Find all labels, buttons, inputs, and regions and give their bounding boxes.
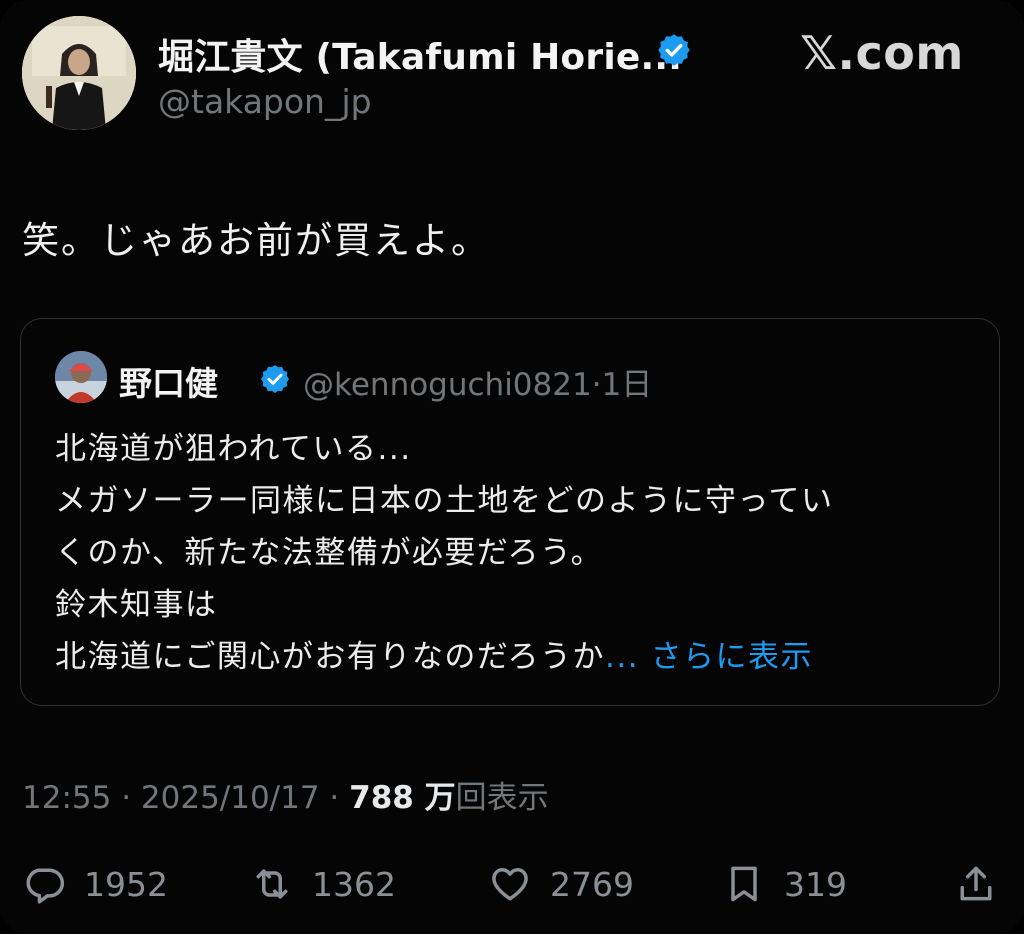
quoted-tweet[interactable]: 野口健 @kennoguchi0821·1日 北海道が狙われている... メガソ… — [20, 318, 1000, 706]
quote-line: 鈴木知事は — [55, 587, 218, 623]
bookmark-count: 319 — [784, 864, 847, 904]
tweet-card: 堀江貴文 (Takafumi Horie... @takapon_jp 𝕏.co… — [0, 0, 1024, 934]
like-count: 2769 — [550, 864, 634, 904]
quote-line: くのか、新たな法整備が必要だろう。 — [55, 535, 604, 571]
verified-icon — [261, 365, 289, 393]
timestamp[interactable]: 12:55 · 2025/10/17 · — [22, 780, 349, 816]
reply-icon — [26, 868, 65, 904]
author-handle[interactable]: @takapon_jp — [158, 82, 372, 121]
quote-line: 北海道にご関心がお有りなのだろうか... さらに表示 — [55, 631, 833, 683]
quote-handle-time[interactable]: @kennoguchi0821·1日 — [303, 359, 652, 404]
action-bar: 1952 1362 2769 319 — [0, 852, 1024, 916]
quote-last-line: 北海道にご関心がお有りなのだろうか — [55, 639, 606, 675]
author-avatar[interactable] — [22, 16, 136, 130]
bookmark-button[interactable]: 319 — [722, 852, 847, 916]
bookmark-icon — [731, 866, 757, 902]
repost-button[interactable]: 1362 — [250, 852, 396, 916]
author-name[interactable]: 堀江貴文 (Takafumi Horie... — [158, 28, 682, 80]
share-icon — [960, 866, 992, 901]
view-count: 788 万 — [349, 780, 456, 816]
quote-avatar[interactable] — [55, 351, 107, 403]
tweet-text: 笑。じゃあお前が買えよ。 — [22, 219, 490, 262]
like-icon — [492, 867, 528, 901]
views-label: 回表示 — [455, 780, 549, 816]
verified-icon — [658, 34, 690, 66]
quote-line: メガソーラー同様に日本の土地をどのように守ってい — [55, 483, 834, 519]
like-button[interactable]: 2769 — [488, 852, 634, 916]
tweet-meta: 12:55 · 2025/10/17 · 788 万回表示 — [22, 772, 549, 817]
repost-count: 1362 — [312, 864, 396, 904]
show-more-link[interactable]: ... さらに表示 — [605, 639, 813, 675]
quote-text: 北海道が狙われている... メガソーラー同様に日本の土地をどのように守ってい く… — [55, 423, 833, 683]
share-button[interactable] — [954, 852, 998, 916]
quote-line: 北海道が狙われている... — [55, 431, 412, 467]
repost-icon — [256, 869, 288, 899]
x-logo: 𝕏.com — [800, 26, 964, 80]
quote-author-name[interactable]: 野口健 — [119, 357, 218, 405]
reply-button[interactable]: 1952 — [22, 852, 168, 916]
reply-count: 1952 — [84, 864, 168, 904]
